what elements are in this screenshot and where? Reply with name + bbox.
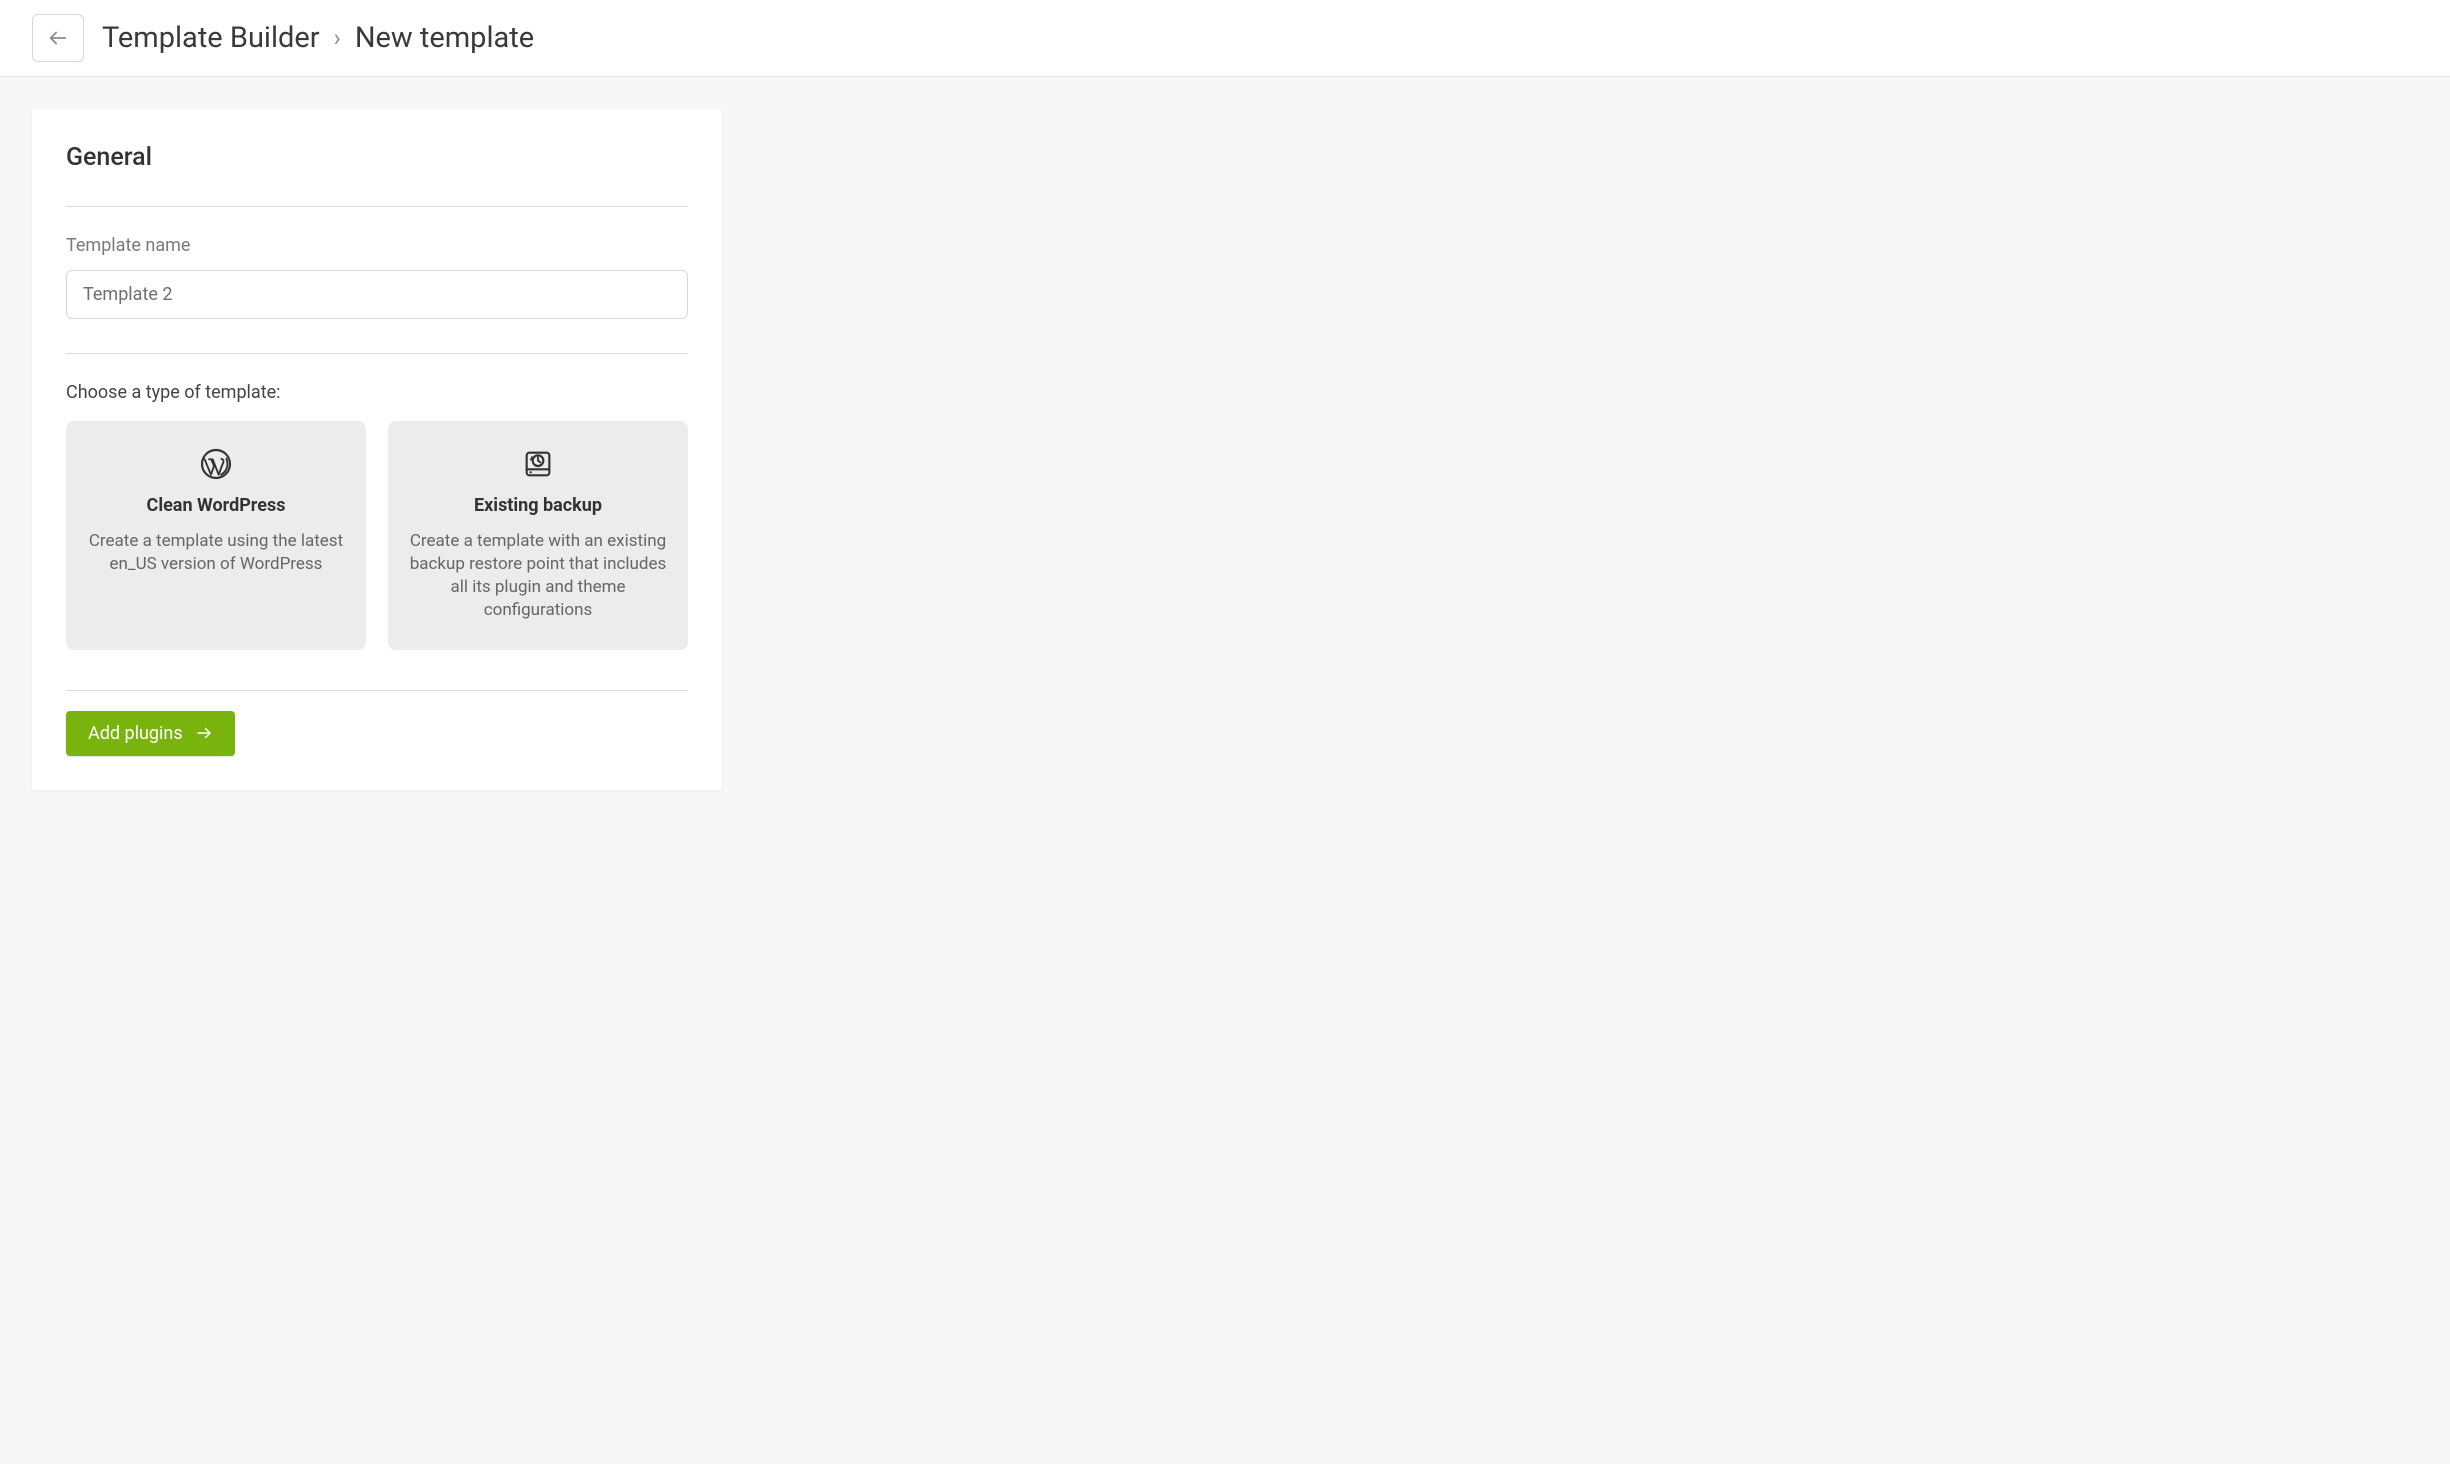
breadcrumb: Template Builder › New template xyxy=(102,21,534,55)
arrow-right-icon xyxy=(195,724,213,742)
general-card: General Template name Choose a type of t… xyxy=(32,109,722,790)
add-plugins-label: Add plugins xyxy=(88,723,183,744)
template-name-label: Template name xyxy=(66,235,688,256)
breadcrumb-root[interactable]: Template Builder xyxy=(102,21,320,55)
option-description: Create a template using the latest en_US… xyxy=(86,530,346,576)
option-existing-backup[interactable]: Existing backup Create a template with a… xyxy=(388,421,688,650)
section-title: General xyxy=(66,143,688,172)
backup-icon xyxy=(408,445,668,483)
content-area: General Template name Choose a type of t… xyxy=(0,77,2450,822)
divider xyxy=(66,690,688,691)
back-button[interactable] xyxy=(32,14,84,62)
option-title: Existing backup xyxy=(408,495,668,516)
divider xyxy=(66,353,688,354)
page-header: Template Builder › New template xyxy=(0,0,2450,77)
chevron-right-icon: › xyxy=(334,24,341,52)
template-name-input[interactable] xyxy=(66,270,688,319)
option-clean-wordpress[interactable]: Clean WordPress Create a template using … xyxy=(66,421,366,650)
template-type-options: Clean WordPress Create a template using … xyxy=(66,421,688,650)
add-plugins-button[interactable]: Add plugins xyxy=(66,711,235,756)
option-title: Clean WordPress xyxy=(86,495,346,516)
option-description: Create a template with an existing backu… xyxy=(408,530,668,622)
wordpress-icon xyxy=(86,445,346,483)
breadcrumb-current: New template xyxy=(355,21,534,55)
arrow-left-icon xyxy=(47,27,69,49)
choose-type-label: Choose a type of template: xyxy=(66,382,688,403)
divider xyxy=(66,206,688,207)
